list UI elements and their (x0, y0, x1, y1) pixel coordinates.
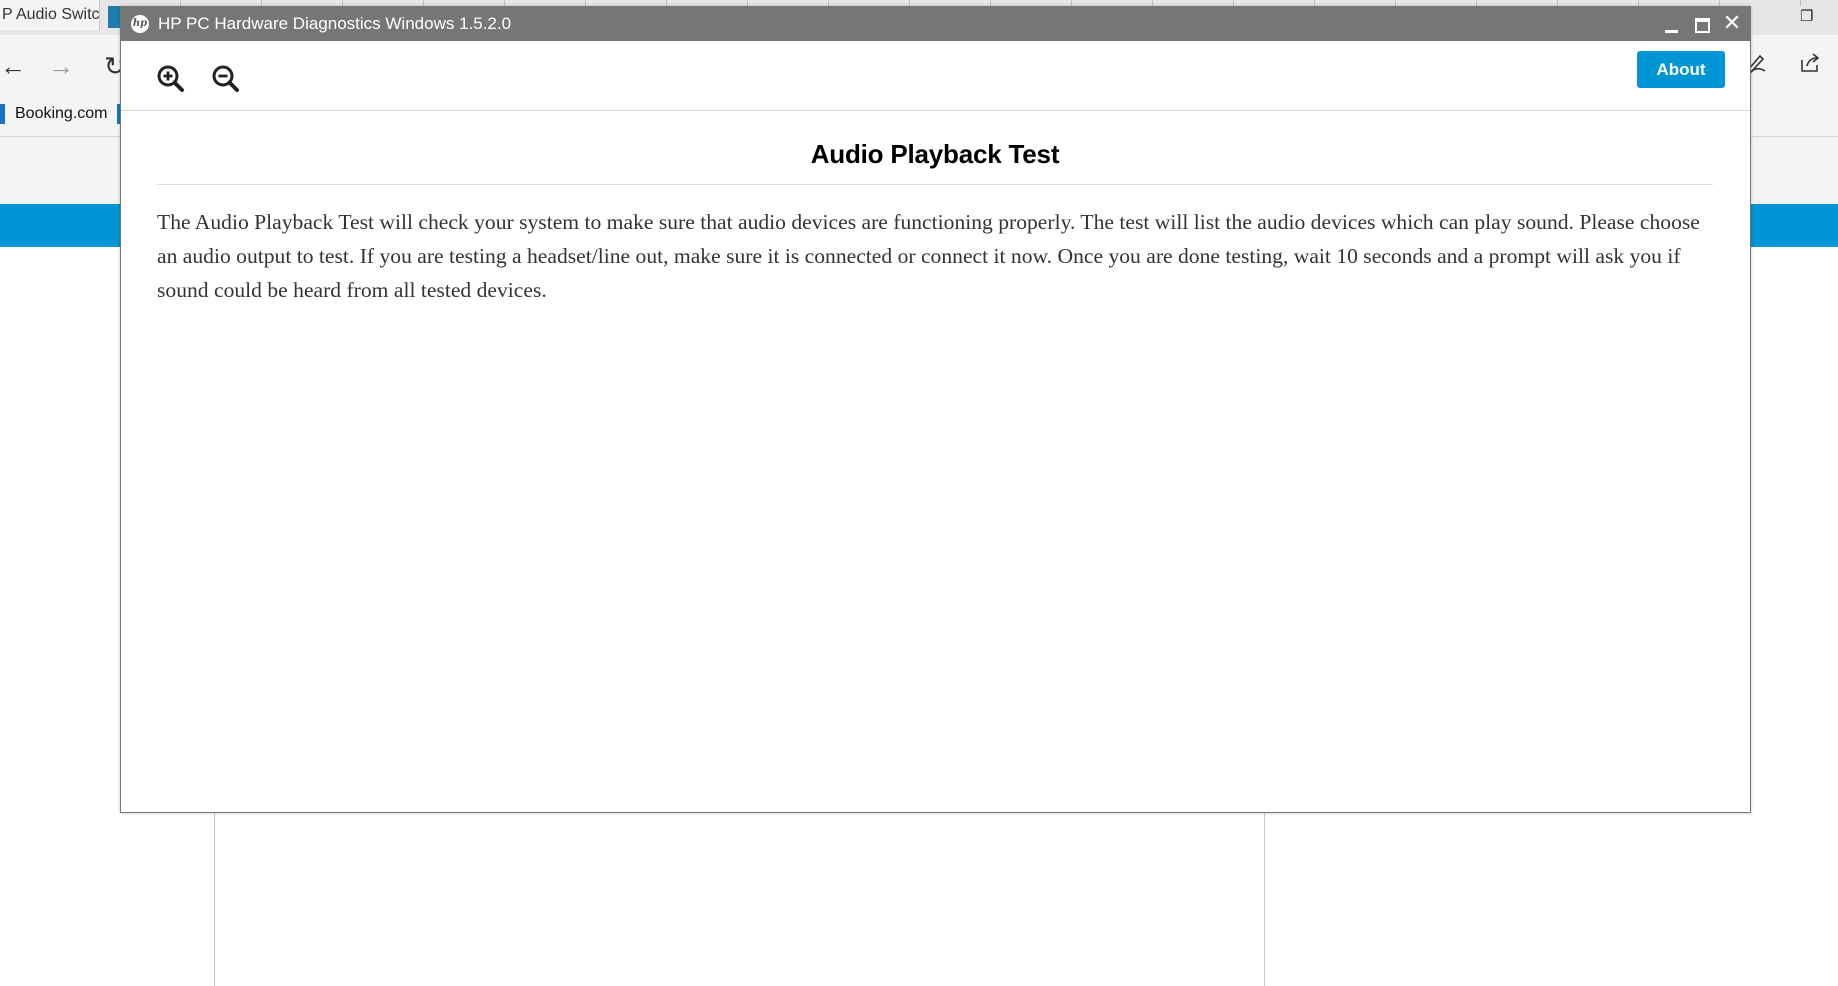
zoom-out-button[interactable] (211, 64, 241, 94)
page-title: Audio Playback Test (157, 111, 1713, 185)
browser-tab-label: P Audio Switch (2, 6, 100, 23)
back-arrow-icon[interactable]: ← (0, 52, 26, 80)
test-content: Audio Playback Test The Audio Playback T… (157, 111, 1713, 307)
zoom-in-icon (157, 65, 184, 92)
window-title: HP PC Hardware Diagnostics Windows 1.5.2… (158, 14, 512, 33)
zoom-in-button[interactable] (156, 64, 186, 94)
close-icon: ✕ (1722, 11, 1742, 36)
hp-logo-icon: hp (131, 15, 149, 33)
hp-diagnostics-window: hp HP PC Hardware Diagnostics Windows 1.… (120, 6, 1751, 813)
page-column-divider (1264, 812, 1265, 986)
maximize-button[interactable] (1687, 7, 1717, 41)
dialog-toolbar: About (121, 41, 1750, 111)
favorite-booking[interactable]: Booking.com (15, 103, 108, 125)
browser-tab[interactable]: P Audio Switch (0, 0, 100, 30)
close-button[interactable]: ✕ (1717, 7, 1747, 41)
bookmark-favicon-icon (0, 104, 5, 124)
maximize-icon (1694, 17, 1710, 33)
zoom-out-icon (212, 65, 239, 92)
test-description: The Audio Playback Test will check your … (157, 210, 1700, 302)
about-button[interactable]: About (1637, 51, 1725, 88)
window-titlebar[interactable]: hp HP PC Hardware Diagnostics Windows 1.… (121, 7, 1750, 41)
forward-arrow-icon[interactable]: → (48, 52, 74, 80)
minimize-button[interactable] (1656, 7, 1686, 41)
share-icon[interactable] (1799, 52, 1821, 80)
minimize-icon (1664, 29, 1678, 33)
restore-window-icon[interactable]: ❐ (1800, 9, 1814, 24)
page-column-divider (214, 812, 215, 986)
browser-tab-separator (1800, 0, 1801, 6)
